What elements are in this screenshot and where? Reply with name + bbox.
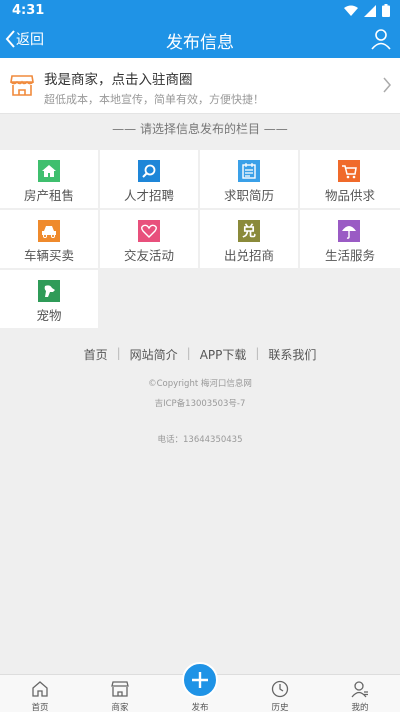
tab-mine[interactable]: 我的 (320, 675, 400, 712)
copyright-text: ©Copyright 梅河口信息网 (148, 379, 252, 389)
tab-label: 历史 (271, 703, 289, 712)
merchant-subtitle: 超低成本，本地宣传，简单有效，方便快捷！ (44, 93, 264, 106)
tab-history[interactable]: 历史 (240, 675, 320, 712)
tab-label: 首页 (31, 703, 49, 712)
divider: | (116, 346, 121, 360)
phone-text: 电话：13644350435 (157, 435, 243, 445)
dui-icon: 兑 (238, 220, 260, 242)
category-label: 出兑招商 (223, 248, 274, 263)
system-icons (344, 4, 390, 17)
user-icon (371, 29, 391, 50)
dog-icon (38, 280, 60, 302)
footer-link-app-download[interactable]: APP下载 (200, 346, 247, 363)
category-vehicle-trade[interactable]: 车辆买卖 (0, 210, 98, 268)
divider: | (255, 346, 260, 360)
publish-button[interactable] (182, 662, 218, 698)
icp-text: 吉ICP备13003503号-7 (154, 399, 246, 409)
home-icon (32, 681, 48, 697)
category-label: 求职简历 (223, 188, 274, 203)
category-label: 宠物 (36, 308, 62, 323)
footer-link-contact[interactable]: 联系我们 (268, 346, 316, 363)
category-label: 生活服务 (324, 248, 375, 263)
battery-icon (382, 4, 390, 17)
magnifier-icon (138, 160, 160, 182)
tab-label: 发布 (191, 703, 209, 712)
divider: | (186, 346, 191, 360)
heart-icon (138, 220, 160, 242)
status-bar: 4:31 (0, 0, 400, 22)
category-social-events[interactable]: 交友活动 (100, 210, 198, 268)
category-recruitment[interactable]: 人才招聘 (100, 150, 198, 208)
category-label: 人才招聘 (123, 188, 174, 203)
category-label: 物品供求 (324, 188, 375, 203)
document-icon (238, 160, 260, 182)
tab-merchants[interactable]: 商家 (80, 675, 160, 712)
umbrella-icon (338, 220, 360, 242)
page-title: 发布信息 (166, 33, 234, 53)
footer-link-home[interactable]: 首页 (84, 346, 108, 363)
tab-label: 商家 (111, 703, 129, 712)
footer-link-about[interactable]: 网站简介 (130, 346, 178, 363)
user-button[interactable] (370, 28, 392, 54)
house-icon (38, 160, 60, 182)
cart-icon (338, 160, 360, 182)
plus-icon (192, 672, 208, 688)
tab-label: 我的 (351, 703, 369, 712)
status-time: 4:31 (12, 3, 45, 18)
category-house-rental[interactable]: 房产租售 (0, 150, 98, 208)
category-transfer-investment[interactable]: 兑 出兑招商 (200, 210, 298, 268)
footer-links: 首页 | 网站简介 | APP下载 | 联系我们 (0, 346, 400, 363)
shop-icon (10, 75, 34, 101)
category-job-resume[interactable]: 求职简历 (200, 150, 298, 208)
profile-icon (351, 681, 368, 698)
chevron-right-icon (382, 76, 392, 98)
shop-icon (111, 681, 129, 697)
merchant-join-banner[interactable]: 我是商家，点击入驻商圈 超低成本，本地宣传，简单有效，方便快捷！ (0, 58, 400, 114)
category-pets[interactable]: 宠物 (0, 270, 98, 328)
category-label: 房产租售 (23, 188, 74, 203)
wifi-icon (344, 5, 358, 16)
signal-icon (364, 4, 376, 17)
section-title: —— 请选择信息发布的栏目 —— (112, 122, 288, 136)
clock-icon (271, 680, 289, 698)
category-label: 交友活动 (123, 248, 174, 263)
merchant-title: 我是商家，点击入驻商圈 (44, 72, 193, 88)
title-bar: 返回 发布信息 (0, 22, 400, 58)
tab-home[interactable]: 首页 (0, 675, 80, 712)
category-goods-supply[interactable]: 物品供求 (300, 150, 400, 208)
category-label: 车辆买卖 (23, 248, 74, 263)
category-life-services[interactable]: 生活服务 (300, 210, 400, 268)
car-icon (38, 220, 60, 242)
